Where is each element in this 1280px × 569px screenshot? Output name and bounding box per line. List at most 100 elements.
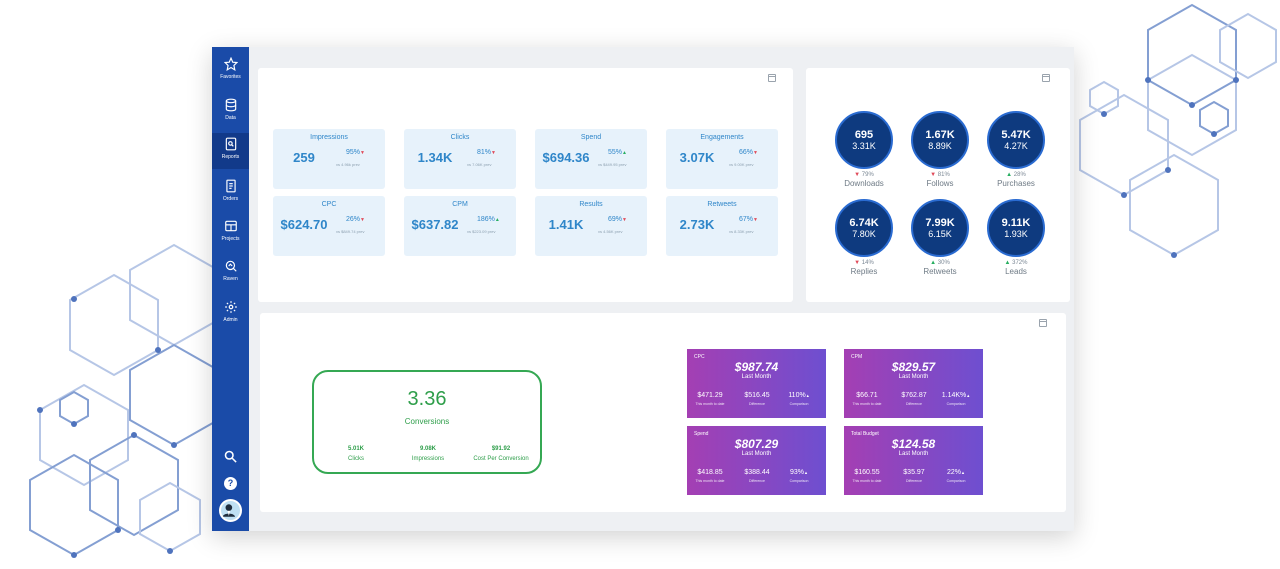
kpi-value: $694.36: [542, 150, 590, 165]
sidebar-item-reports[interactable]: Reports: [212, 133, 249, 169]
sidebar-item-label: Reports: [221, 154, 240, 160]
stat-label: Cost Per Conversion: [473, 456, 529, 462]
kpi-previous: vs 8.33K prev: [729, 229, 754, 234]
help-button[interactable]: ?: [224, 477, 237, 490]
sidebar: Favorites Data Reports Orders Projects R…: [212, 47, 249, 531]
gear-icon: [224, 301, 237, 313]
metric-circle-retweets[interactable]: 7.99K 6.15K ▲ 30% Retweets: [902, 199, 978, 289]
kpi-title: Engagements: [700, 134, 744, 141]
trend-arrow-icon: ▲: [805, 393, 810, 398]
sidebar-item-label: Orders: [222, 196, 239, 202]
card-stat-label: Comparison: [789, 402, 809, 406]
metrics-circle-panel: 695 3.31K ▼ 79% Downloads 1.67K 8.89K ▼ 81% Fol…: [806, 68, 1070, 302]
calendar-icon[interactable]: [768, 74, 776, 82]
kpi-tile-retweets[interactable]: Retweets 2.73K 67%▼ vs 8.33K prev: [666, 196, 778, 256]
sidebar-item-raven[interactable]: Raven: [212, 255, 249, 291]
kpi-tile-engagements[interactable]: Engagements 3.07K 66%▼ vs 9.00K prev: [666, 129, 778, 189]
kpi-value: 1.41K: [548, 217, 584, 232]
card-stat-label: Difference: [906, 402, 922, 406]
card-stat: $418.85 This month to date: [690, 469, 730, 483]
kpi-value: $637.82: [411, 217, 459, 232]
card-stat-value: 1.14K%▲: [941, 392, 971, 399]
kpi-tile-impressions[interactable]: Impressions 259 95%▼ vs 4.96k prev: [273, 129, 385, 189]
kpi-value: $624.70: [280, 217, 328, 232]
metric-secondary-value: 3.31K: [852, 141, 876, 151]
sidebar-item-projects[interactable]: Projects: [212, 215, 249, 251]
kpi-change: 66%▼: [739, 149, 758, 156]
card-stat: 1.14K%▲ Comparison: [936, 392, 976, 406]
kpi-tile-clicks[interactable]: Clicks 1.34K 81%▼ vs 7.06K prev: [404, 129, 516, 189]
card-stat-label: Difference: [906, 479, 922, 483]
budget-card-total-budget[interactable]: Total Budget $124.58 Last Month $160.55 This…: [844, 426, 983, 495]
metric-secondary-value: 4.27K: [1004, 141, 1028, 151]
sidebar-item-admin[interactable]: Admin: [212, 296, 249, 332]
kpi-title: CPC: [321, 201, 337, 208]
metric-circle: 5.47K 4.27K: [987, 111, 1045, 169]
budget-card-spend[interactable]: Spend $807.29 Last Month $418.85 This month …: [687, 426, 826, 495]
star-icon: [223, 57, 238, 71]
metric-change: ▼ 81%: [930, 172, 950, 178]
card-stat-value: $66.71: [856, 392, 878, 399]
kpi-previous: vs 4.96k prev: [336, 162, 360, 167]
user-avatar-icon: [222, 504, 236, 517]
kpi-previous: vs $223.09 prev: [467, 229, 496, 234]
sidebar-item-label: Favorites: [220, 74, 241, 80]
metric-circle: 6.74K 7.80K: [835, 199, 893, 257]
card-stat-value: 93%▲: [790, 469, 808, 476]
kpi-value: 2.73K: [679, 217, 715, 232]
trend-arrow-icon: ▲: [930, 260, 937, 266]
kpi-title: Impressions: [310, 134, 348, 141]
search-icon[interactable]: [223, 449, 238, 464]
kpi-tile-cpm[interactable]: CPM $637.82 186%▲ vs $223.09 prev: [404, 196, 516, 256]
avatar[interactable]: [219, 499, 242, 522]
metric-circle-leads[interactable]: 9.11K 1.93K ▲ 372% Leads: [978, 199, 1054, 289]
card-stat-label: Difference: [749, 479, 765, 483]
kpi-previous: vs 4.56K prev: [598, 229, 623, 234]
metric-secondary-value: 7.80K: [852, 229, 876, 239]
card-value: $807.29: [734, 437, 779, 451]
card-value: $829.57: [891, 360, 936, 374]
calendar-icon[interactable]: [1042, 74, 1050, 82]
metric-circle-downloads[interactable]: 695 3.31K ▼ 79% Downloads: [826, 111, 902, 201]
kpi-change: 69%▼: [608, 216, 627, 223]
kpi-tile-results[interactable]: Results 1.41K 69%▼ vs 4.56K prev: [535, 196, 647, 256]
metric-circle: 1.67K 8.89K: [911, 111, 969, 169]
dashboard-window: Favorites Data Reports Orders Projects R…: [212, 47, 1074, 531]
sidebar-item-data[interactable]: Data: [212, 94, 249, 130]
conversion-stat-cost: $91.92 Cost Per Conversion: [460, 446, 542, 462]
metric-circle-replies[interactable]: 6.74K 7.80K ▼ 14% Replies: [826, 199, 902, 289]
card-stat-label: Comparison: [946, 479, 966, 483]
metric-change: ▼ 79%: [854, 172, 874, 178]
report-icon: [225, 137, 236, 151]
metric-circle: 7.99K 6.15K: [911, 199, 969, 257]
card-stat: 110%▲ Comparison: [779, 392, 819, 406]
metric-change: ▲ 372%: [1004, 260, 1028, 266]
kpi-panel: Impressions 259 95%▼ vs 4.96k prev Clicks 1.3…: [258, 68, 793, 302]
sidebar-item-label: Raven: [223, 276, 238, 282]
card-stat-label: This month to date: [852, 402, 882, 406]
sidebar-item-label: Admin: [223, 317, 238, 323]
kpi-previous: vs 7.06K prev: [467, 162, 492, 167]
card-stat-label: This month to date: [852, 479, 882, 483]
metric-primary-value: 5.47K: [1001, 129, 1031, 141]
card-stat: $471.29 This month to date: [690, 392, 730, 406]
card-stat: 22%▲ Comparison: [936, 469, 976, 483]
card-subtitle: Last Month: [741, 451, 772, 457]
calendar-icon[interactable]: [1039, 319, 1047, 327]
trend-arrow-icon: ▲: [1006, 172, 1013, 178]
budget-card-cpm[interactable]: CPM $829.57 Last Month $66.71 This month to …: [844, 349, 983, 418]
card-stat: $516.45 Difference: [737, 392, 777, 406]
kpi-tile-spend[interactable]: Spend $694.36 55%▲ vs $449.95 prev: [535, 129, 647, 189]
trend-arrow-icon: ▲: [494, 217, 500, 223]
sidebar-item-favorites[interactable]: Favorites: [212, 53, 249, 89]
metric-circle-purchases[interactable]: 5.47K 4.27K ▲ 28% Purchases: [978, 111, 1054, 201]
trend-arrow-icon: ▲: [1004, 260, 1011, 266]
sidebar-item-orders[interactable]: Orders: [212, 175, 249, 211]
kpi-tile-cpc[interactable]: CPC $624.70 26%▼ vs $849.74 prev: [273, 196, 385, 256]
card-stat-value: 110%▲: [788, 392, 810, 399]
card-stat-value: $160.55: [854, 469, 880, 476]
conversion-stat-impressions: 9.08K Impressions: [388, 446, 468, 462]
budget-card-cpc[interactable]: CPC $987.74 Last Month $471.29 This month to…: [687, 349, 826, 418]
kpi-title: Spend: [580, 134, 602, 141]
metric-circle-follows[interactable]: 1.67K 8.89K ▼ 81% Follows: [902, 111, 978, 201]
